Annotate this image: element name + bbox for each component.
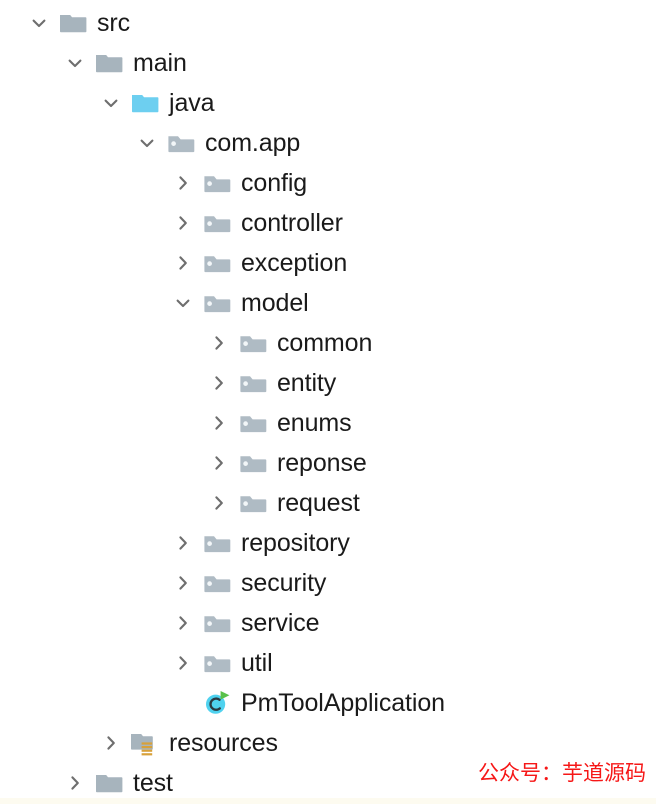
package-icon xyxy=(202,608,232,638)
chevron-down-icon[interactable] xyxy=(170,290,196,316)
package-icon xyxy=(202,168,232,198)
tree-row-label: entity xyxy=(277,369,337,397)
tree-row-label: model xyxy=(241,289,309,317)
chevron-right-icon[interactable] xyxy=(170,570,196,596)
tree-row[interactable]: com.app xyxy=(134,123,300,163)
tree-row-label: repository xyxy=(241,529,350,557)
tree-row[interactable]: util xyxy=(170,643,273,683)
tree-row-label: java xyxy=(169,89,215,117)
tree-row[interactable]: exception xyxy=(170,243,347,283)
folder-resources-icon xyxy=(130,728,160,758)
package-icon xyxy=(166,128,196,158)
package-icon xyxy=(202,568,232,598)
tree-row[interactable]: controller xyxy=(170,203,343,243)
tree-row-label: main xyxy=(133,49,187,77)
package-icon xyxy=(238,408,268,438)
tree-row[interactable]: PmToolApplication xyxy=(170,683,445,723)
tree-row[interactable]: java xyxy=(98,83,215,123)
tree-row-label: exception xyxy=(241,249,348,277)
package-icon xyxy=(202,288,232,318)
tree-row-label: PmToolApplication xyxy=(241,689,445,717)
tree-row-label: resources xyxy=(169,729,278,757)
package-icon xyxy=(202,208,232,238)
tree-row[interactable]: request xyxy=(206,483,360,523)
chevron-right-icon[interactable] xyxy=(170,650,196,676)
tree-row[interactable]: common xyxy=(206,323,372,363)
chevron-right-icon[interactable] xyxy=(206,330,232,356)
tree-row-label: test xyxy=(133,769,173,797)
chevron-down-icon[interactable] xyxy=(26,10,52,36)
tree-row-label: enums xyxy=(277,409,352,437)
java-class-runnable-icon xyxy=(202,688,232,718)
chevron-right-icon[interactable] xyxy=(170,210,196,236)
chevron-right-icon[interactable] xyxy=(206,450,232,476)
chevron-down-icon[interactable] xyxy=(134,130,160,156)
tree-row-label: src xyxy=(97,9,131,37)
chevron-right-icon[interactable] xyxy=(98,730,124,756)
tree-row[interactable]: reponse xyxy=(206,443,367,483)
chevron-right-icon[interactable] xyxy=(206,370,232,396)
chevron-right-icon[interactable] xyxy=(170,170,196,196)
chevron-right-icon[interactable] xyxy=(170,530,196,556)
folder-gray-icon xyxy=(94,48,124,78)
chevron-right-icon[interactable] xyxy=(206,410,232,436)
tree-row[interactable]: src xyxy=(26,3,130,43)
package-icon xyxy=(238,328,268,358)
package-icon xyxy=(202,248,232,278)
bottom-strip xyxy=(0,798,656,804)
chevron-right-icon[interactable] xyxy=(170,250,196,276)
tree-row[interactable]: model xyxy=(170,283,309,323)
tree-row-label: config xyxy=(241,169,308,197)
project-file-tree[interactable]: src main java com.app config controller except… xyxy=(0,0,656,804)
package-icon xyxy=(238,488,268,518)
chevron-down-icon[interactable] xyxy=(62,50,88,76)
chevron-right-icon[interactable] xyxy=(170,610,196,636)
tree-row[interactable]: service xyxy=(170,603,320,643)
watermark-text: 公众号：芋道源码 xyxy=(478,761,646,785)
tree-row[interactable]: test xyxy=(62,763,173,803)
tree-row-label: security xyxy=(241,569,327,597)
tree-row[interactable]: enums xyxy=(206,403,352,443)
tree-row[interactable]: security xyxy=(170,563,326,603)
package-icon xyxy=(202,648,232,678)
twisty-placeholder xyxy=(170,690,196,716)
tree-row[interactable]: entity xyxy=(206,363,336,403)
chevron-right-icon[interactable] xyxy=(206,490,232,516)
package-icon xyxy=(202,528,232,558)
tree-row-label: com.app xyxy=(205,129,301,157)
chevron-down-icon[interactable] xyxy=(98,90,124,116)
package-icon xyxy=(238,448,268,478)
tree-row-label: reponse xyxy=(277,449,367,477)
chevron-right-icon[interactable] xyxy=(62,770,88,796)
tree-row[interactable]: main xyxy=(62,43,187,83)
tree-row[interactable]: resources xyxy=(98,723,278,763)
folder-cyan-source-root-icon xyxy=(130,88,160,118)
tree-row-label: common xyxy=(277,329,373,357)
tree-row-label: service xyxy=(241,609,320,637)
tree-row-label: request xyxy=(277,489,360,517)
tree-row[interactable]: config xyxy=(170,163,307,203)
package-icon xyxy=(238,368,268,398)
tree-row-label: controller xyxy=(241,209,343,237)
folder-gray-icon xyxy=(94,768,124,798)
folder-gray-icon xyxy=(58,8,88,38)
tree-row-label: util xyxy=(241,649,273,677)
tree-row[interactable]: repository xyxy=(170,523,350,563)
